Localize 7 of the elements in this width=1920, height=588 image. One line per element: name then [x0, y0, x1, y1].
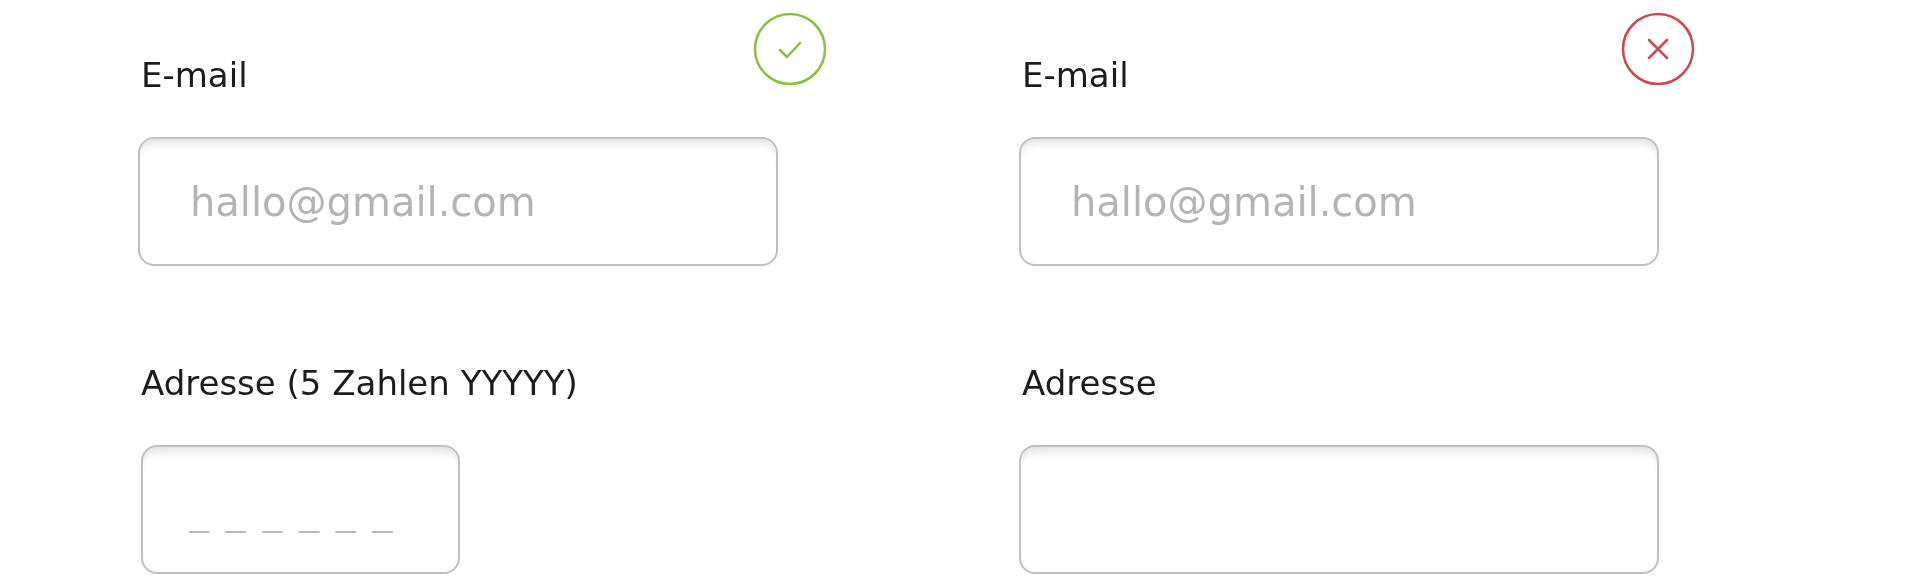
field-label: E-mail: [140, 55, 248, 95]
input-field[interactable]: [1019, 445, 1659, 574]
input-field[interactable]: hallo@gmail.com: [138, 137, 778, 266]
field-label: E-mail: [1021, 55, 1129, 95]
field-label: Adresse (5 Zahlen YYYYY): [140, 363, 578, 403]
field-label: Adresse: [1021, 363, 1157, 403]
input-field[interactable]: hallo@gmail.com: [1019, 137, 1659, 266]
